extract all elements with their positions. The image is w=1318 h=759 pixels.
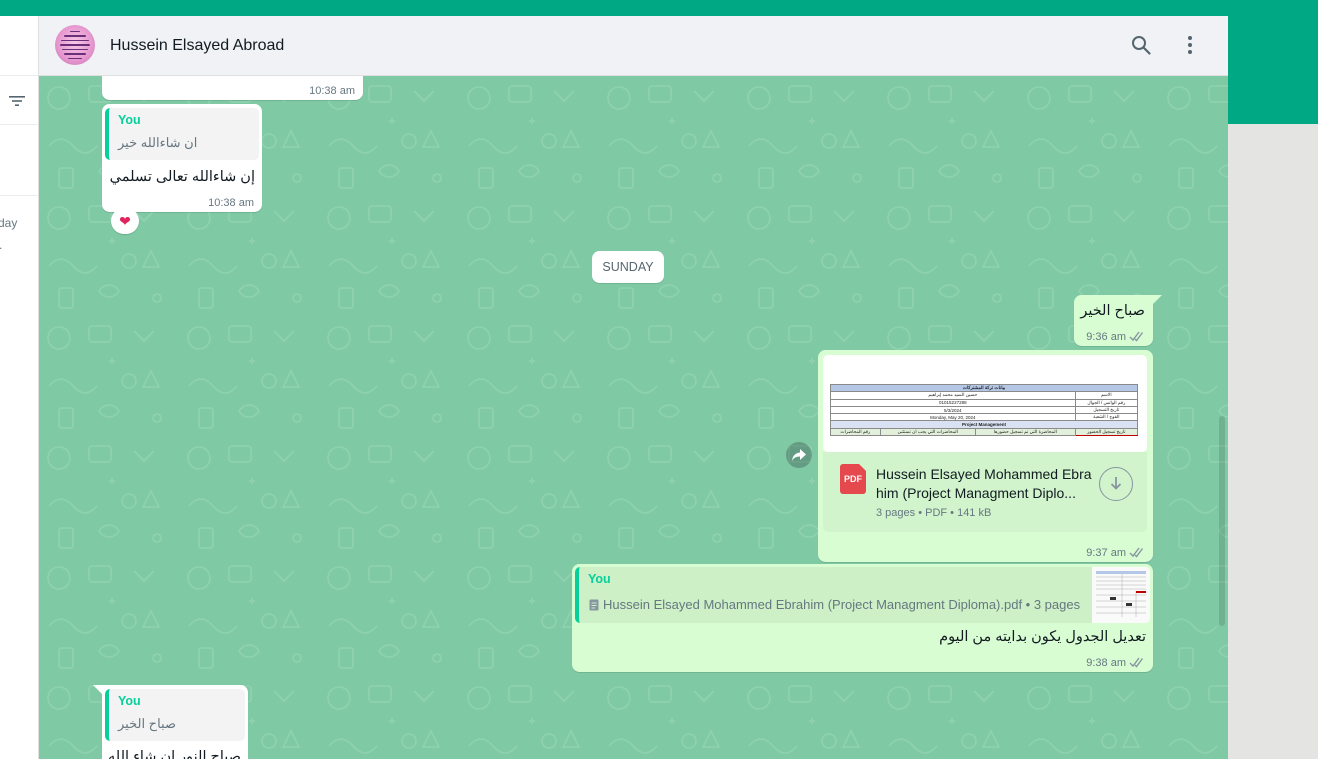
conversation-panel[interactable]: 10:38 am You ان شاءالله خير إن شاءالله ت…	[39, 76, 1228, 759]
window-background	[1228, 124, 1318, 759]
chat-list-sidebar: day .	[0, 16, 39, 759]
outgoing-document-message[interactable]: بيانات تركة المشتركات حسين السيد محمد إب…	[818, 350, 1153, 562]
outgoing-message[interactable]: You Hussein Elsayed Mohammed Ebrahim (Pr…	[572, 564, 1153, 672]
quote-text: ان شاءالله خير	[118, 135, 198, 150]
download-icon[interactable]	[1099, 467, 1133, 501]
sidebar-divider	[0, 195, 38, 196]
quoted-message[interactable]: You ان شاءالله خير	[105, 108, 259, 160]
sidebar-menu-icon[interactable]	[0, 36, 6, 56]
quote-author: You	[118, 113, 141, 127]
filter-icon[interactable]	[9, 94, 25, 112]
chat-menu-icon[interactable]	[1188, 36, 1194, 57]
message-text: صباح النور ان شاء الله	[108, 749, 241, 759]
document-preview[interactable]: بيانات تركة المشتركات حسين السيد محمد إب…	[823, 355, 1147, 452]
incoming-message[interactable]: You ان شاءالله خير إن شاءالله تعالى تسلم…	[102, 104, 262, 212]
bubble-tail	[1152, 295, 1162, 305]
quote-author: You	[118, 694, 141, 708]
contact-avatar[interactable]	[55, 25, 95, 65]
document-icon	[589, 599, 599, 611]
quote-author: You	[588, 572, 611, 586]
message-text: تعديل الجدول يكون بدايته من اليوم	[939, 629, 1146, 645]
incoming-message[interactable]: You صباح الخير صباح النور ان شاء الله	[102, 685, 248, 759]
message-time: 9:37 am	[1086, 547, 1145, 559]
double-check-icon	[1129, 657, 1144, 668]
quote-text: صباح الخير	[118, 716, 176, 731]
pdf-file-icon: PDF	[840, 464, 866, 494]
search-icon[interactable]	[1131, 35, 1151, 60]
message-time: 9:36 am	[1086, 331, 1145, 343]
chat-header: Hussein Elsayed Abroad	[39, 16, 1228, 76]
double-check-icon	[1129, 547, 1144, 558]
quoted-message[interactable]: You Hussein Elsayed Mohammed Ebrahim (Pr…	[575, 567, 1150, 623]
heart-reaction-icon[interactable]: ❤	[111, 208, 139, 234]
chat-item-preview: .	[0, 238, 2, 252]
incoming-message[interactable]: 10:38 am	[102, 76, 363, 100]
message-text: صباح الخير	[1080, 303, 1145, 319]
outgoing-message[interactable]: صباح الخير 9:36 am	[1074, 295, 1153, 346]
app-right-band	[1228, 16, 1318, 124]
contact-name[interactable]: Hussein Elsayed Abroad	[110, 37, 284, 55]
chat-item-timestamp: day	[0, 216, 18, 230]
message-time: 9:38 am	[1086, 657, 1145, 669]
document-attachment[interactable]: PDF Hussein Elsayed Mohammed Ebra him (P…	[823, 452, 1147, 532]
quote-file-name: Hussein Elsayed Mohammed Ebrahim (Projec…	[603, 597, 1081, 612]
message-text: إن شاءالله تعالى تسلمي	[109, 169, 255, 185]
document-file-name: Hussein Elsayed Mohammed Ebra him (Proje…	[876, 466, 1092, 501]
app-top-band	[0, 0, 1318, 16]
document-meta: 3 pages • PDF • 141 kB	[876, 507, 992, 519]
double-check-icon	[1129, 331, 1144, 342]
forward-icon[interactable]	[786, 442, 812, 468]
sidebar-divider	[0, 75, 38, 76]
quote-thumbnail	[1092, 567, 1150, 623]
sidebar-divider	[0, 124, 38, 125]
date-divider: SUNDAY	[592, 251, 664, 283]
chat-scrollbar[interactable]	[1219, 416, 1225, 626]
document-preview-table: بيانات تركة المشتركات حسين السيد محمد إب…	[830, 383, 1139, 437]
quoted-message[interactable]: You صباح الخير	[105, 689, 245, 741]
message-time: 10:38 am	[309, 85, 355, 97]
message-time: 10:38 am	[208, 197, 254, 209]
